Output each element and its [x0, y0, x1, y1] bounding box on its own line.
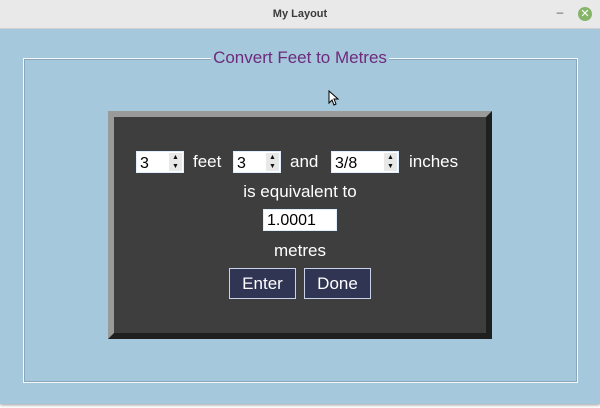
spin-down-icon[interactable]: ▼ — [266, 162, 279, 171]
and-label: and — [290, 152, 319, 171]
spin-up-icon[interactable]: ▲ — [266, 153, 279, 162]
inches-spinbox[interactable]: 3 ▲ ▼ — [233, 151, 281, 173]
enter-button[interactable]: Enter — [229, 268, 296, 299]
equivalent-label: is equivalent to — [243, 182, 357, 201]
fraction-spinbox[interactable]: 3/8 ▲ ▼ — [331, 151, 399, 173]
minimize-button[interactable]: – — [553, 6, 567, 20]
inches-spin-arrows[interactable]: ▲ ▼ — [266, 153, 279, 171]
spin-up-icon[interactable]: ▲ — [384, 153, 397, 162]
inches-label: inches — [409, 152, 459, 171]
feet-label: feet — [193, 152, 222, 171]
window-title: My Layout — [272, 8, 328, 20]
metres-label: metres — [274, 241, 326, 260]
group-title-container: Convert Feet to Metres — [0, 48, 600, 68]
feet-spin-arrows[interactable]: ▲ ▼ — [169, 153, 182, 171]
done-button[interactable]: Done — [304, 268, 371, 299]
feet-spinbox[interactable]: 3 ▲ ▼ — [136, 151, 184, 173]
fraction-spin-arrows[interactable]: ▲ ▼ — [384, 153, 397, 171]
feet-value: 3 — [140, 155, 149, 172]
result-field[interactable]: 1.0001 — [263, 209, 337, 231]
spin-up-icon[interactable]: ▲ — [169, 153, 182, 162]
fraction-value: 3/8 — [335, 155, 358, 172]
app-window: My Layout – ✕ Convert Feet to Metres 3 ▲… — [0, 0, 600, 404]
spin-down-icon[interactable]: ▼ — [384, 162, 397, 171]
close-button[interactable]: ✕ — [578, 7, 592, 21]
spin-down-icon[interactable]: ▼ — [169, 162, 182, 171]
titlebar[interactable]: My Layout – ✕ — [0, 0, 600, 29]
group-title: Convert Feet to Metres — [211, 48, 389, 67]
inches-value: 3 — [237, 155, 246, 172]
mouse-pointer-icon — [328, 90, 340, 106]
